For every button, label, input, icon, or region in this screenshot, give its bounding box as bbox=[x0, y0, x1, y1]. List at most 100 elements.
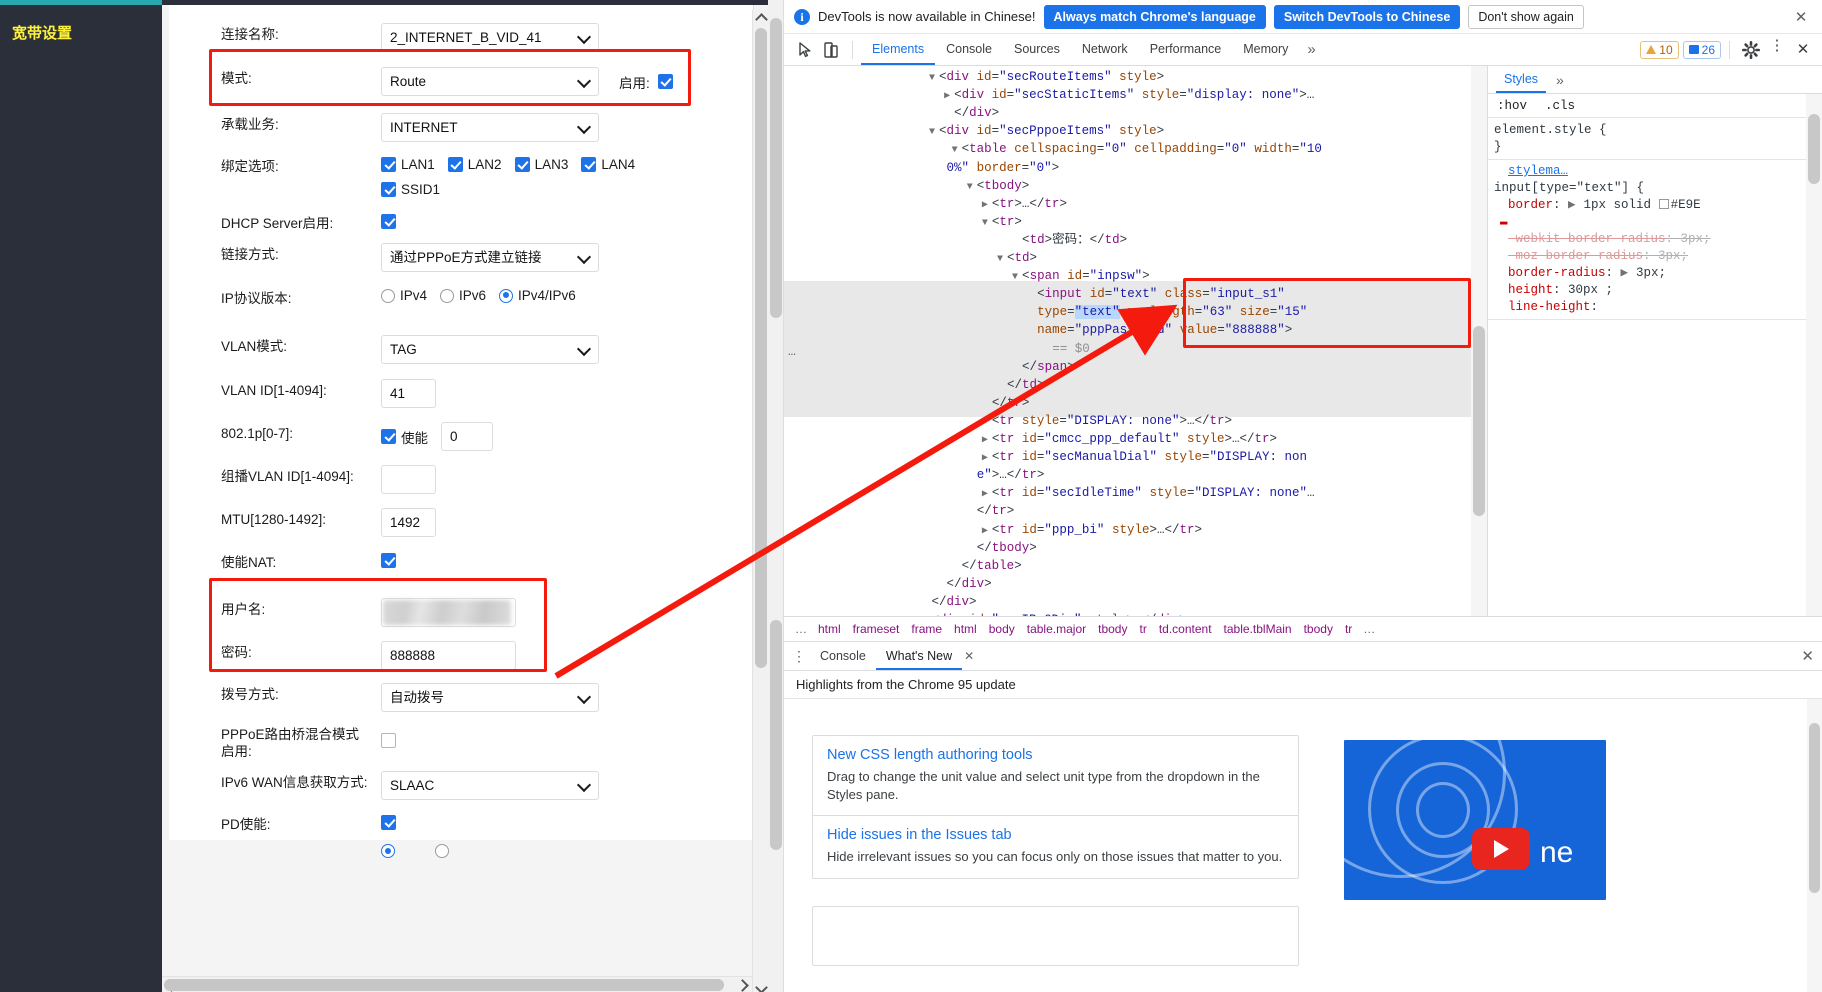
input-dot1p-value[interactable] bbox=[441, 422, 493, 451]
dom-node-line[interactable]: ▶<tr style="DISPLAY: none">…</tr> bbox=[982, 412, 1232, 432]
select-dial-mode[interactable]: 自动拨号 bbox=[381, 683, 599, 712]
dom-node-line[interactable]: type="text" maxlength="63" size="15" bbox=[1037, 303, 1307, 321]
whats-new-video-thumbnail[interactable]: ne bbox=[1344, 740, 1606, 900]
drawer-kebab-icon[interactable]: ⋮ bbox=[788, 651, 810, 661]
dom-node-line[interactable]: <input id="text" class="input_s1" bbox=[1037, 285, 1285, 303]
dom-node-line[interactable]: </tbody> bbox=[977, 539, 1037, 557]
breadcrumb-item-tbody2[interactable]: tbody bbox=[1298, 622, 1339, 636]
dom-node-line[interactable]: </div> bbox=[954, 104, 999, 122]
select-service[interactable]: INTERNET bbox=[381, 113, 599, 142]
checkbox-lan3[interactable] bbox=[515, 157, 530, 172]
breadcrumb-item-table-major[interactable]: table.major bbox=[1021, 622, 1092, 636]
switch-devtools-chinese-button[interactable]: Switch DevTools to Chinese bbox=[1274, 5, 1460, 29]
tab-elements[interactable]: Elements bbox=[861, 34, 935, 65]
radio-ipv4-ipv6[interactable] bbox=[499, 289, 513, 303]
device-toolbar-icon[interactable] bbox=[818, 38, 844, 62]
prop-line-height[interactable]: line-height: bbox=[1494, 299, 1800, 316]
more-tabs-icon[interactable]: » bbox=[1299, 41, 1323, 58]
rule-element-style[interactable]: element.style { } bbox=[1488, 119, 1806, 160]
dom-node-line[interactable]: ▶<tr id="secIdleTime" style="DISPLAY: no… bbox=[982, 484, 1315, 504]
page-scrollbar-column[interactable] bbox=[768, 0, 784, 992]
color-swatch[interactable] bbox=[1659, 199, 1669, 209]
prop-border[interactable]: border: ▶ 1px solid #E9E bbox=[1494, 197, 1800, 214]
always-match-language-button[interactable]: Always match Chrome's language bbox=[1044, 5, 1266, 29]
breadcrumb-item-tbody[interactable]: tbody bbox=[1092, 622, 1133, 636]
gear-icon[interactable] bbox=[1738, 38, 1764, 62]
play-button-icon[interactable] bbox=[1472, 828, 1530, 870]
dom-node-line[interactable]: </div> bbox=[931, 593, 976, 611]
dom-node-line[interactable]: <td>密码：</td> bbox=[1022, 231, 1127, 249]
dom-node-line[interactable]: == $0 bbox=[1052, 340, 1090, 358]
breadcrumb-overflow-left[interactable]: … bbox=[790, 622, 812, 636]
radio-ipv4[interactable] bbox=[381, 289, 395, 303]
breadcrumb-overflow-right[interactable]: … bbox=[1358, 622, 1380, 636]
scrollbar-thumb[interactable] bbox=[770, 18, 782, 318]
dom-node-line[interactable]: ▼<span id="inpsw"> bbox=[1012, 267, 1150, 287]
dom-node-line[interactable]: ▼<tr> bbox=[982, 213, 1022, 233]
input-mtu[interactable] bbox=[381, 508, 436, 537]
checkbox-pd-enable[interactable] bbox=[381, 815, 396, 830]
select-mode[interactable]: Route bbox=[381, 67, 599, 96]
select-connection-name[interactable]: 2_INTERNET_B_VID_41 bbox=[381, 23, 599, 52]
dom-breadcrumb[interactable]: … html frameset frame html body table.ma… bbox=[784, 616, 1822, 642]
scroll-up-arrow-icon[interactable] bbox=[753, 10, 768, 26]
styles-more-icon[interactable]: » bbox=[1556, 72, 1564, 88]
prop-moz-border-radius[interactable]: -moz-border-radius: 3px; bbox=[1494, 248, 1800, 265]
select-vlan-mode[interactable]: TAG bbox=[381, 335, 599, 364]
dom-node-line[interactable]: ▶<tr id="cmcc_ppp_default" style>…</tr> bbox=[982, 430, 1277, 450]
breadcrumb-item-tr2[interactable]: tr bbox=[1339, 622, 1358, 636]
dom-node-line[interactable]: </td> bbox=[1007, 376, 1045, 394]
scrollbar-thumb[interactable] bbox=[1473, 326, 1485, 516]
close-icon[interactable]: ✕ bbox=[1790, 8, 1812, 26]
dom-node-line[interactable]: 0%" border="0"> bbox=[947, 159, 1060, 177]
prop-webkit-border-radius[interactable]: -webkit-border-radius: 3px; bbox=[1494, 231, 1800, 248]
styles-rules-list[interactable]: element.style { } stylema… input[type="t… bbox=[1488, 119, 1806, 616]
sidebar-item-broadband-settings[interactable]: 宽带设置 bbox=[12, 22, 72, 43]
select-link-mode[interactable]: 通过PPPoE方式建立链接 bbox=[381, 243, 599, 272]
whats-new-card-1[interactable]: New CSS length authoring tools Drag to c… bbox=[812, 735, 1299, 817]
tab-performance[interactable]: Performance bbox=[1139, 34, 1233, 65]
input-vlan-id[interactable] bbox=[381, 379, 436, 408]
info-count-badge[interactable]: 26 bbox=[1683, 41, 1721, 59]
tab-memory[interactable]: Memory bbox=[1232, 34, 1299, 65]
dom-node-line[interactable]: name="pppPassword" value="888888"> bbox=[1037, 321, 1292, 339]
drawer-tab-console[interactable]: Console bbox=[810, 642, 876, 670]
prop-height[interactable]: height: 30px ; bbox=[1494, 282, 1800, 299]
checkbox-pppoe-bridge[interactable] bbox=[381, 733, 396, 748]
dom-node-line[interactable]: </tr> bbox=[977, 502, 1015, 520]
card-title[interactable]: Hide issues in the Issues tab bbox=[827, 827, 1284, 843]
hov-toggle[interactable]: :hov bbox=[1492, 98, 1532, 114]
breadcrumb-item-frame[interactable]: frame bbox=[905, 622, 948, 636]
prop-border-radius[interactable]: border-radius: ▶ 3px; bbox=[1494, 265, 1800, 282]
checkbox-dot1p-enable[interactable] bbox=[381, 429, 396, 444]
breadcrumb-item-td-content[interactable]: td.content bbox=[1153, 622, 1218, 636]
scrollbar-thumb[interactable] bbox=[1808, 114, 1820, 184]
dont-show-again-button[interactable]: Don't show again bbox=[1468, 5, 1584, 29]
dom-node-line[interactable]: ▶<tr id="ppp_bi" style>…</tr> bbox=[982, 521, 1202, 541]
router-vertical-scrollbar[interactable] bbox=[752, 10, 768, 992]
warning-count-badge[interactable]: 10 bbox=[1640, 41, 1678, 59]
radio-ipv6[interactable] bbox=[440, 289, 454, 303]
checkbox-ssid1[interactable] bbox=[381, 182, 396, 197]
stylesheet-source-link[interactable]: stylema… bbox=[1508, 164, 1568, 178]
checkbox-lan1[interactable] bbox=[381, 157, 396, 172]
tab-sources[interactable]: Sources bbox=[1003, 34, 1071, 65]
input-password[interactable] bbox=[381, 641, 516, 670]
rule-input-text[interactable]: stylema… input[type="text"] { border: ▶ … bbox=[1488, 160, 1806, 320]
tab-styles[interactable]: Styles bbox=[1496, 66, 1546, 93]
breadcrumb-item-body[interactable]: body bbox=[983, 622, 1021, 636]
dom-node-line[interactable]: e">…</tr> bbox=[977, 466, 1045, 484]
dom-node-line[interactable]: ▶<tr id="secManualDial" style="DISPLAY: … bbox=[982, 448, 1307, 468]
checkbox-lan2[interactable] bbox=[448, 157, 463, 172]
checkbox-dhcp-server[interactable] bbox=[381, 214, 396, 229]
breadcrumb-item-frameset[interactable]: frameset bbox=[847, 622, 906, 636]
scrollbar-thumb[interactable] bbox=[755, 28, 767, 668]
styles-vertical-scrollbar[interactable] bbox=[1806, 94, 1822, 616]
breadcrumb-item-tr[interactable]: tr bbox=[1133, 622, 1152, 636]
whats-new-card-3[interactable] bbox=[812, 906, 1299, 966]
dom-node-line[interactable]: </span> bbox=[1022, 358, 1075, 376]
dom-node-line[interactable]: ▼<table cellspacing="0" cellpadding="0" … bbox=[952, 140, 1322, 160]
dom-node-line[interactable]: </tr> bbox=[992, 394, 1030, 412]
scroll-right-arrow-icon[interactable] bbox=[736, 977, 752, 992]
radio-partial-2[interactable] bbox=[435, 844, 449, 858]
